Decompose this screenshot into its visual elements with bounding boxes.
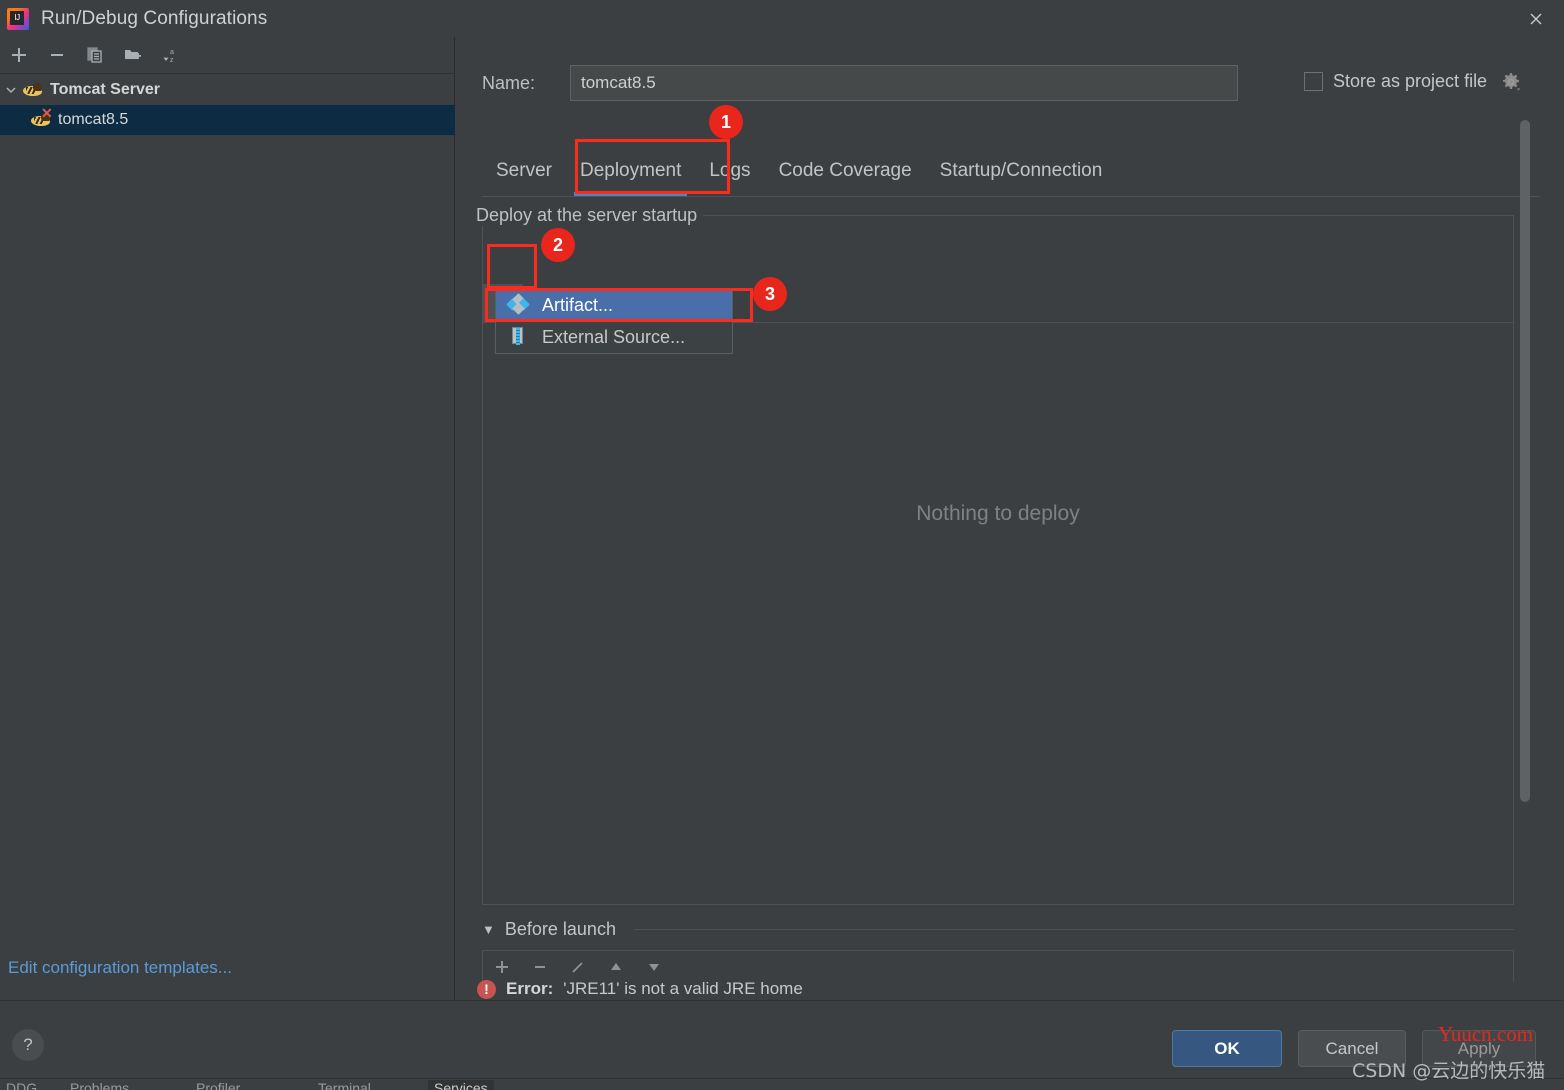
- add-task-button[interactable]: [483, 952, 521, 982]
- store-as-project-file-checkbox[interactable]: [1304, 72, 1323, 91]
- configuration-editor: Name: tomcat8.5 Store as project file Se…: [456, 37, 1564, 1000]
- store-as-project-file-row[interactable]: Store as project file: [1304, 71, 1521, 92]
- help-button[interactable]: ?: [12, 1029, 44, 1061]
- new-folder-button[interactable]: [114, 39, 152, 71]
- tab-startup-connection[interactable]: Startup/Connection: [926, 160, 1117, 196]
- name-row: Name: tomcat8.5: [482, 65, 1238, 101]
- remove-task-button[interactable]: [521, 952, 559, 982]
- tab-code-coverage[interactable]: Code Coverage: [765, 160, 926, 196]
- svg-text:a: a: [170, 49, 174, 56]
- ide-status-bar: DDG Problems Profiler Terminal Services: [0, 1078, 1564, 1090]
- annotation-badge-2: 2: [541, 228, 575, 262]
- menu-item-artifact-label: Artifact...: [542, 294, 614, 315]
- status-item-problems[interactable]: Problems: [70, 1080, 129, 1090]
- error-label: Error:: [506, 979, 554, 998]
- store-as-project-file-label: Store as project file: [1333, 71, 1488, 91]
- error-status-row: ! Error: 'JRE11' is not a valid JRE home: [477, 979, 803, 999]
- dialog-titlebar: Run/Debug Configurations: [0, 0, 1564, 37]
- before-launch-divider: [633, 929, 1514, 930]
- tab-deployment[interactable]: Deployment: [566, 160, 695, 196]
- copy-configuration-button[interactable]: [76, 39, 114, 71]
- add-deployment-popup-menu: Artifact... External Source...: [495, 288, 733, 354]
- add-configuration-button[interactable]: [0, 39, 38, 71]
- error-message: 'JRE11' is not a valid JRE home: [563, 979, 803, 998]
- deploy-group-title: Deploy at the server startup: [470, 205, 704, 226]
- before-launch-header[interactable]: ▼ Before launch: [482, 919, 1514, 940]
- tomcat-icon: [22, 81, 44, 99]
- tree-item-label: tomcat8.5: [58, 111, 129, 128]
- ok-button[interactable]: OK: [1172, 1030, 1282, 1067]
- close-icon[interactable]: [1508, 0, 1564, 37]
- edit-task-button[interactable]: [559, 952, 597, 982]
- run-debug-configurations-dialog: Run/Debug Configurations: [0, 0, 1564, 1090]
- triangle-down-icon[interactable]: ▼: [482, 922, 495, 937]
- configurations-sidebar: a z Tomcat Server ✕ tomcat8.5 Edit confi…: [0, 37, 455, 1000]
- external-source-icon: [508, 327, 530, 347]
- tree-item-tomcat85[interactable]: ✕ tomcat8.5: [0, 105, 455, 135]
- annotation-badge-1: 1: [709, 105, 743, 139]
- menu-item-artifact[interactable]: Artifact...: [496, 289, 732, 321]
- error-icon: !: [477, 979, 496, 999]
- status-item-ddg[interactable]: DDG: [6, 1080, 37, 1090]
- menu-item-external-source[interactable]: External Source...: [496, 321, 732, 353]
- artifact-icon: [506, 293, 530, 315]
- vertical-scrollbar[interactable]: [1520, 120, 1530, 802]
- watermark-site: Yuucn.com: [1438, 1022, 1534, 1046]
- before-launch-title: Before launch: [504, 919, 616, 939]
- edit-configuration-templates-link[interactable]: Edit configuration templates...: [8, 958, 232, 978]
- sidebar-toolbar: a z: [0, 37, 455, 74]
- status-item-profiler[interactable]: Profiler: [196, 1080, 240, 1090]
- status-item-terminal[interactable]: Terminal: [318, 1080, 371, 1090]
- tab-server[interactable]: Server: [482, 160, 566, 196]
- intellij-idea-logo-icon: [7, 7, 29, 30]
- tree-group-label: Tomcat Server: [50, 81, 160, 98]
- chevron-down-icon[interactable]: [0, 75, 22, 105]
- tab-logs[interactable]: Logs: [695, 160, 764, 196]
- menu-item-external-source-label: External Source...: [542, 326, 686, 347]
- svg-text:z: z: [170, 57, 174, 64]
- status-item-services[interactable]: Services: [428, 1080, 494, 1090]
- configurations-tree: Tomcat Server ✕ tomcat8.5: [0, 75, 455, 135]
- before-launch-toolbar: [482, 950, 1514, 982]
- tomcat-error-icon: ✕: [30, 106, 53, 129]
- nothing-to-deploy-text: Nothing to deploy: [916, 502, 1080, 525]
- configuration-tabs: Server Deployment Logs Code Coverage Sta…: [482, 145, 1540, 197]
- watermark-author: CSDN @云边的快乐猫: [1352, 1060, 1546, 1082]
- task-move-down-button[interactable]: [635, 952, 673, 982]
- dialog-title: Run/Debug Configurations: [41, 7, 268, 29]
- annotation-badge-3: 3: [753, 277, 787, 311]
- tree-group-tomcat-server[interactable]: Tomcat Server: [0, 75, 455, 105]
- task-move-up-button[interactable]: [597, 952, 635, 982]
- name-input[interactable]: tomcat8.5: [570, 65, 1238, 101]
- sort-configurations-button[interactable]: a z: [152, 39, 190, 71]
- before-launch-section: ▼ Before launch: [482, 919, 1514, 982]
- deployment-list[interactable]: Nothing to deploy: [483, 324, 1513, 904]
- name-label: Name:: [482, 72, 536, 93]
- remove-configuration-button[interactable]: [38, 39, 76, 71]
- gear-icon[interactable]: [1501, 72, 1521, 92]
